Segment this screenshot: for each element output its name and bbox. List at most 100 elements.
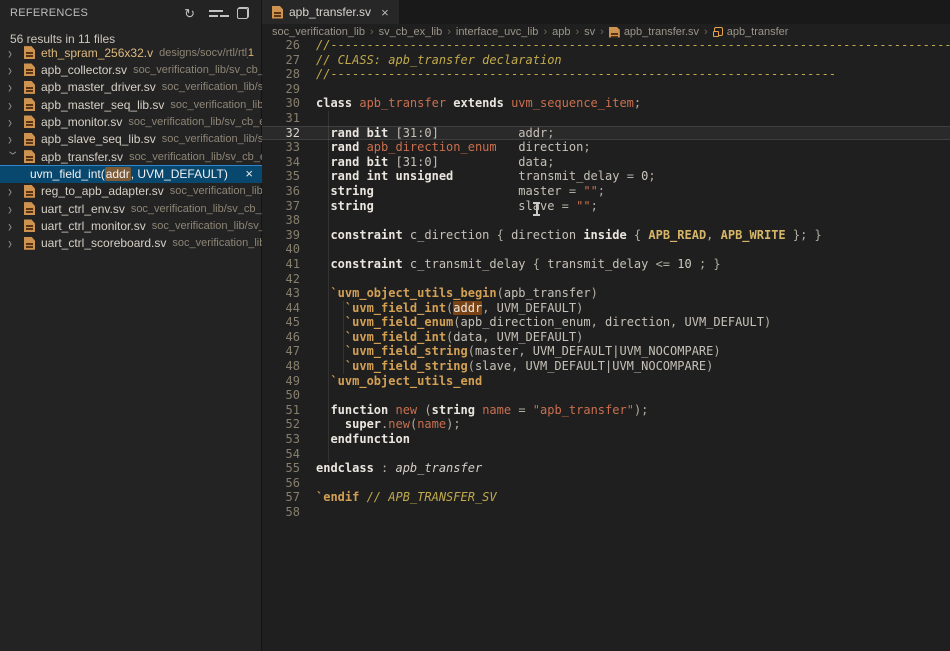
line-number: 31: [262, 111, 300, 126]
line-number: 30: [262, 96, 300, 111]
breadcrumb-separator: ›: [704, 26, 708, 38]
collapse-all-icon[interactable]: [237, 7, 249, 19]
breadcrumb-item[interactable]: sv: [584, 26, 595, 38]
breadcrumb-separator: ›: [447, 26, 451, 38]
line-number: 38: [262, 213, 300, 228]
file-name: reg_to_apb_adapter.sv: [41, 184, 164, 198]
file-icon: [24, 81, 35, 94]
chevron-down-icon[interactable]: ›: [6, 151, 23, 163]
file-path: soc_verification_lib/sv_cb_ex_l...: [133, 64, 262, 76]
chevron-right-icon[interactable]: ›: [8, 96, 20, 113]
code-line: 32 rand bit [31:0] addr;: [262, 126, 950, 141]
chevron-right-icon[interactable]: ›: [8, 44, 20, 61]
line-number: 43: [262, 286, 300, 301]
code-line: 40: [262, 242, 950, 257]
chevron-right-icon[interactable]: ›: [8, 62, 20, 79]
line-number: 40: [262, 242, 300, 257]
line-number: 26: [262, 38, 300, 53]
file-icon: [609, 27, 620, 38]
file-name: uart_ctrl_env.sv: [41, 202, 125, 216]
file-icon: [24, 202, 35, 215]
chevron-right-icon[interactable]: ›: [8, 183, 20, 200]
line-number: 39: [262, 228, 300, 243]
line-number: 48: [262, 359, 300, 374]
close-tab-icon[interactable]: ×: [381, 5, 389, 20]
references-tree: ›eth_spram_256x32.vdesigns/socv/rtl/rtl_…: [0, 44, 262, 252]
file-name: uart_ctrl_monitor.sv: [41, 219, 146, 233]
code-line: 48 `uvm_field_string(slave, UVM_DEFAULT|…: [262, 359, 950, 374]
file-result-row[interactable]: › reg_to_apb_adapter.sv soc_verification_l…: [0, 183, 262, 200]
breadcrumb-item[interactable]: soc_verification_lib: [272, 26, 365, 38]
file-result-row[interactable]: ›uart_ctrl_monitor.svsoc_verification_li…: [0, 217, 262, 234]
file-icon: [24, 150, 35, 163]
chevron-right-icon[interactable]: ›: [8, 200, 20, 217]
chevron-right-icon[interactable]: ›: [8, 235, 20, 252]
chevron-right-icon[interactable]: ›: [8, 114, 20, 131]
file-result-row[interactable]: ›apb_transfer.svsoc_verification_lib/sv_…: [0, 148, 262, 165]
code-line: 49 `uvm_object_utils_end: [262, 374, 950, 389]
tab-apb-transfer[interactable]: apb_transfer.sv ×: [262, 0, 399, 24]
breadcrumb-separator: ›: [575, 26, 579, 38]
breadcrumb-item[interactable]: sv_cb_ex_lib: [379, 26, 443, 38]
code-line: 36 string master = "";: [262, 184, 950, 199]
panel-title: REFERENCES: [10, 7, 184, 19]
file-path: soc_verification_lib/sv...: [172, 237, 262, 249]
code-line: 46 `uvm_field_int(data, UVM_DEFAULT): [262, 330, 950, 345]
code-line: 53 endfunction: [262, 432, 950, 447]
file-result-row[interactable]: ›uart_ctrl_scoreboard.svsoc_verification…: [0, 235, 262, 252]
line-number: 33: [262, 140, 300, 155]
file-name: apb_slave_seq_lib.sv: [41, 132, 156, 146]
line-number: 56: [262, 476, 300, 491]
file-icon: [24, 185, 35, 198]
file-result-row[interactable]: ›uart_ctrl_env.svsoc_verification_lib/sv…: [0, 200, 262, 217]
line-number: 27: [262, 53, 300, 68]
dismiss-result-icon[interactable]: ×: [245, 166, 253, 181]
code-line: 56: [262, 476, 950, 491]
reference-result-row[interactable]: uvm_field_int(addr, UVM_DEFAULT)×: [0, 165, 262, 182]
chevron-right-icon[interactable]: ›: [8, 218, 20, 235]
file-icon: [24, 98, 35, 111]
file-result-row[interactable]: ›eth_spram_256x32.vdesigns/socv/rtl/rtl_…: [0, 44, 262, 61]
file-result-row[interactable]: ›apb_master_driver.svsoc_verification_li…: [0, 79, 262, 96]
code-line: 30class apb_transfer extends uvm_sequenc…: [262, 96, 950, 111]
chevron-right-icon[interactable]: ›: [8, 79, 20, 96]
breadcrumb: soc_verification_lib › sv_cb_ex_lib › interf…: [262, 24, 950, 40]
file-result-row[interactable]: ›apb_master_seq_lib.svsoc_verification_l…: [0, 96, 262, 113]
file-result-row[interactable]: ›apb_collector.svsoc_verification_lib/sv…: [0, 61, 262, 78]
file-result-row[interactable]: › apb_monitor.sv soc_verification_lib/sv_c…: [0, 113, 262, 130]
code-line: 45 `uvm_field_enum(apb_direction_enum, d…: [262, 315, 950, 330]
file-result-row[interactable]: ›apb_slave_seq_lib.svsoc_verification_li…: [0, 131, 262, 148]
code-line: 47 `uvm_field_string(master, UVM_DEFAULT…: [262, 344, 950, 359]
line-number: 45: [262, 315, 300, 330]
list-icon[interactable]: [209, 8, 223, 19]
breadcrumb-item[interactable]: apb_transfer.sv: [624, 26, 699, 38]
code-line: 31: [262, 111, 950, 126]
tab-label: apb_transfer.sv: [289, 5, 371, 19]
code-line: 38: [262, 213, 950, 228]
line-number: 51: [262, 403, 300, 418]
file-icon: [24, 237, 35, 250]
code-line: 29: [262, 82, 950, 97]
panel-toolbar: ↻: [184, 7, 249, 20]
file-path: soc_verification_lib/sv_...: [170, 185, 262, 197]
chevron-right-icon[interactable]: ›: [8, 131, 20, 148]
breadcrumb-item[interactable]: apb: [552, 26, 570, 38]
breadcrumb-separator: ›: [370, 26, 374, 38]
code-lines[interactable]: 26//------------------------------------…: [262, 38, 950, 520]
vscode-window: REFERENCES ↻ 56 results in 11 files ›eth…: [0, 0, 950, 651]
file-icon: [24, 46, 35, 59]
line-number: 42: [262, 272, 300, 287]
tab-bar: apb_transfer.sv ×: [262, 0, 950, 24]
refresh-icon[interactable]: ↻: [184, 7, 195, 20]
line-number: 29: [262, 82, 300, 97]
file-path: soc_verification_lib/sv_cb_ex_li...: [128, 116, 262, 128]
line-number: 53: [262, 432, 300, 447]
breadcrumb-item[interactable]: interface_uvc_lib: [456, 26, 539, 38]
file-name: apb_monitor.sv: [41, 115, 122, 129]
breadcrumb-item[interactable]: apb_transfer: [727, 26, 789, 38]
code-line: 42: [262, 272, 950, 287]
line-number: 58: [262, 505, 300, 520]
file-path: soc_verification_lib/sv_cb_ex_li...: [129, 151, 262, 163]
file-name: eth_spram_256x32.v: [41, 46, 153, 60]
code-line: 55endclass : apb_transfer: [262, 461, 950, 476]
